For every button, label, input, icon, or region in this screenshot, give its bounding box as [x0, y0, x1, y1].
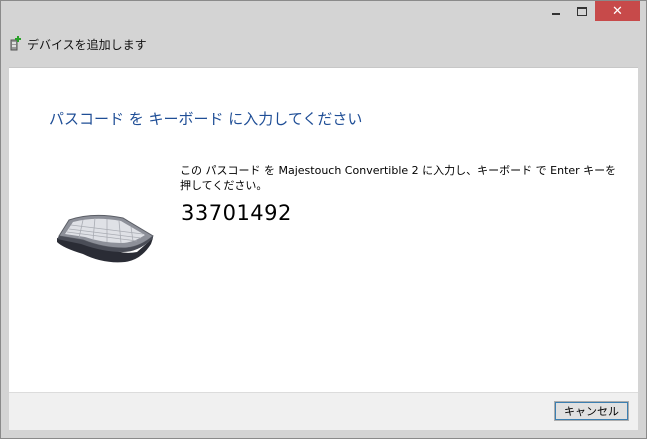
window-title-bar: デバイスを追加します [9, 35, 147, 53]
add-device-icon [9, 35, 23, 54]
maximize-button[interactable] [569, 1, 595, 21]
passcode-display: 33701492 [181, 201, 292, 225]
cancel-button[interactable]: キャンセル [554, 401, 629, 421]
minimize-button[interactable] [543, 1, 569, 21]
page-heading: パスコード を キーボード に入力してください [49, 110, 363, 128]
close-icon: ✕ [612, 3, 623, 19]
window-title: デバイスを追加します [27, 37, 147, 52]
add-device-window: ✕ デバイスを追加します パスコード を キーボード に入力してください この … [0, 0, 647, 439]
content-panel: パスコード を キーボード に入力してください この パスコード を Majes… [9, 67, 638, 393]
instruction-text: この パスコード を Majestouch Convertible 2 に入力し… [180, 164, 617, 192]
maximize-icon [577, 6, 587, 16]
keyboard-icon [53, 208, 157, 264]
minimize-icon [552, 13, 560, 15]
close-button[interactable]: ✕ [595, 1, 640, 21]
caption-buttons: ✕ [543, 1, 640, 21]
footer-bar: キャンセル [9, 392, 638, 430]
